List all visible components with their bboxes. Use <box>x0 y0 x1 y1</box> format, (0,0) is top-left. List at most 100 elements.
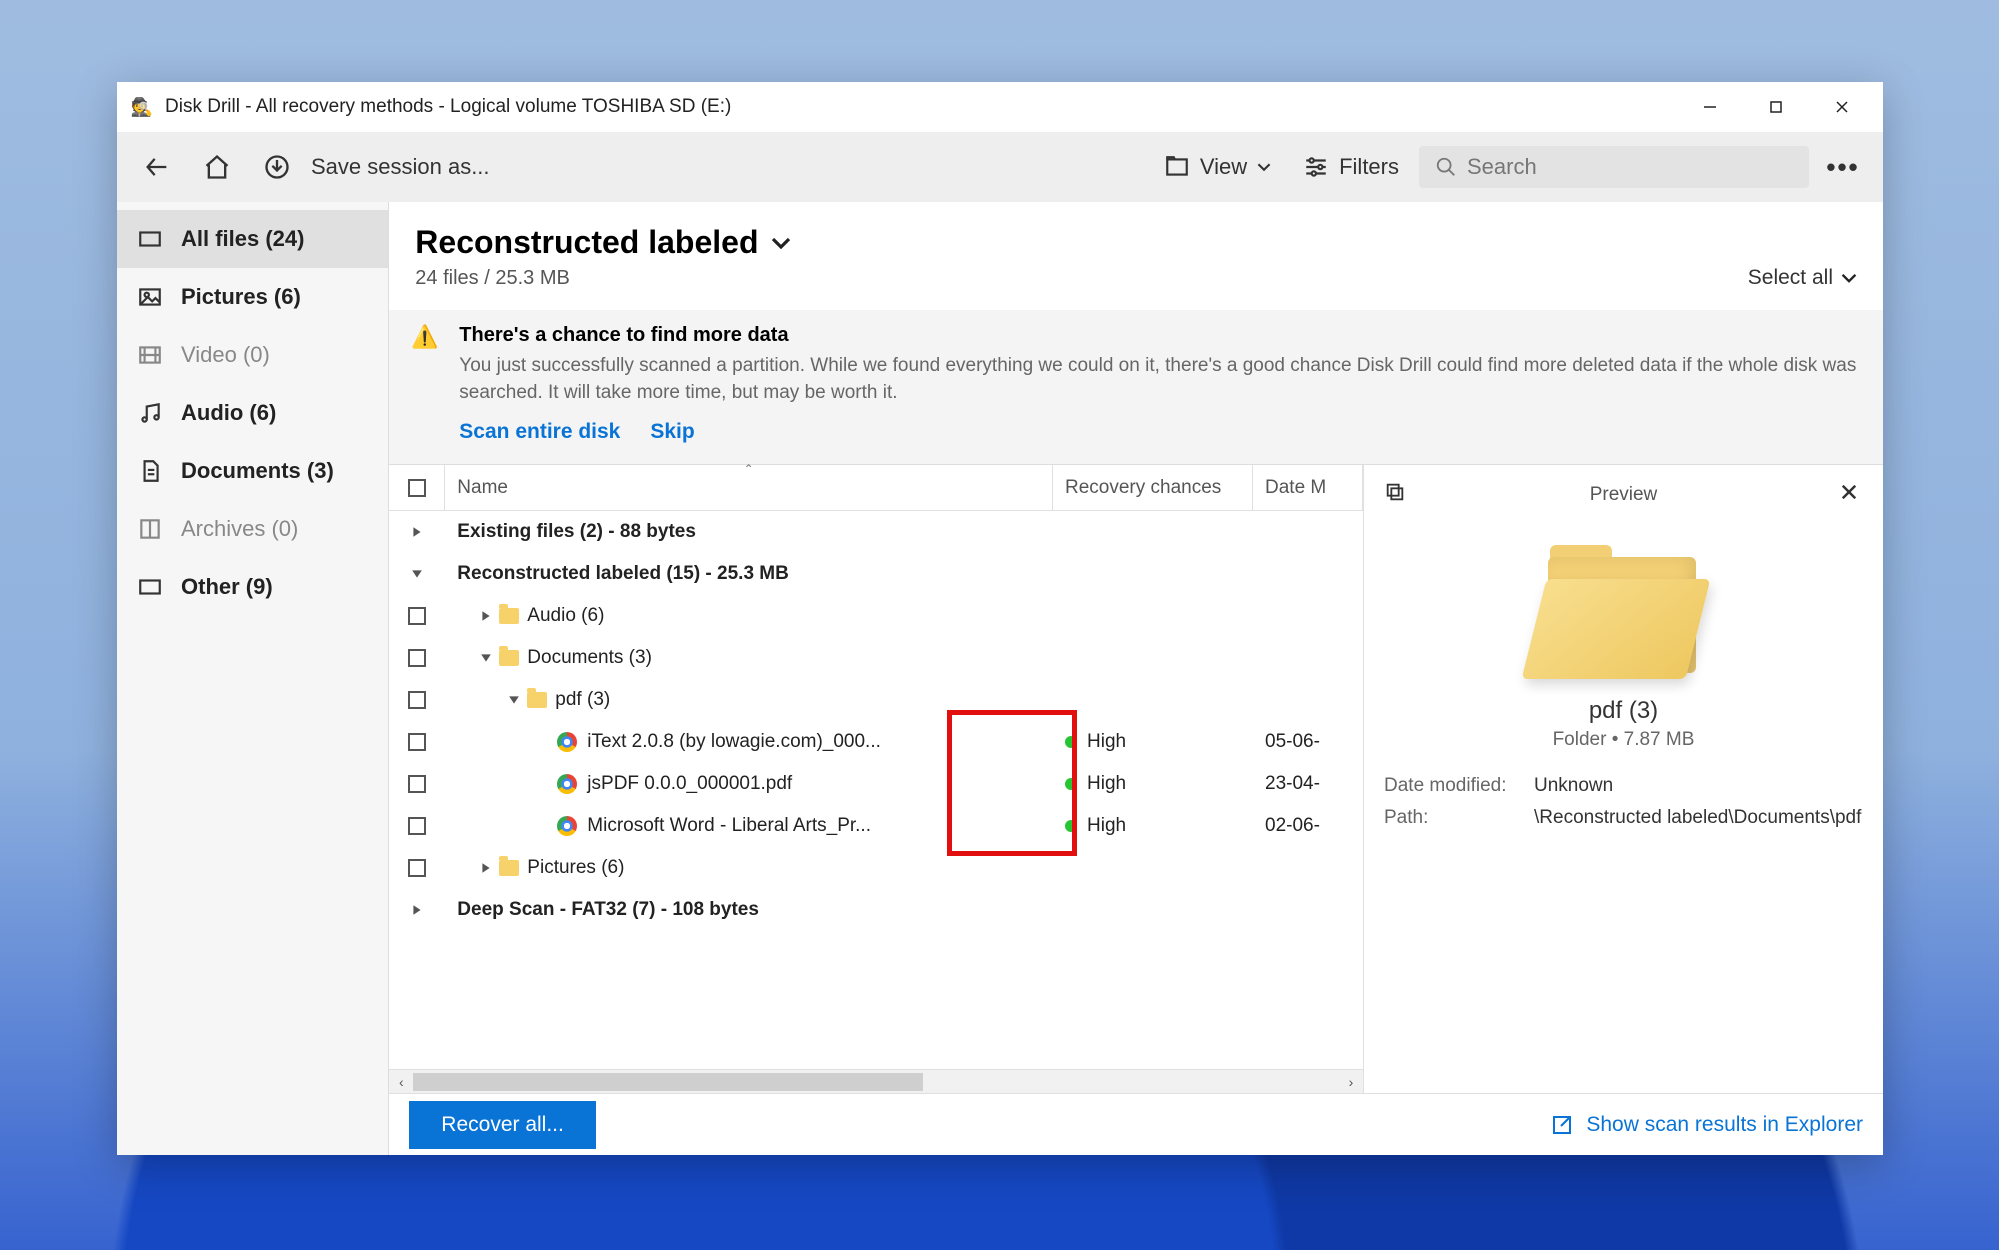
disclosure-right-icon[interactable] <box>473 862 499 874</box>
info-banner: ⚠️ There's a chance to find more data Yo… <box>389 310 1883 464</box>
file-row[interactable]: jsPDF 0.0.0_000001.pdf High 23-04- <box>389 763 1363 805</box>
scan-entire-disk-link[interactable]: Scan entire disk <box>459 420 620 444</box>
disclosure-down-icon[interactable] <box>473 652 499 664</box>
image-icon <box>137 284 163 310</box>
search-input[interactable]: Search <box>1419 146 1809 188</box>
select-all-button[interactable]: Select all <box>1748 266 1857 290</box>
scrollbar-thumb[interactable] <box>413 1073 923 1091</box>
chevron-down-icon <box>1841 270 1857 286</box>
maximize-button[interactable] <box>1743 86 1809 128</box>
sidebar-item-archives[interactable]: Archives (0) <box>117 500 388 558</box>
minimize-button[interactable] <box>1677 86 1743 128</box>
row-checkbox[interactable] <box>408 649 426 667</box>
column-name[interactable]: ⌃ Name <box>445 465 1053 510</box>
sidebar-item-video[interactable]: Video (0) <box>117 326 388 384</box>
main-heading[interactable]: Reconstructed labeled <box>415 224 790 261</box>
sidebar-item-label: Other (9) <box>181 574 273 600</box>
chevron-down-icon <box>1257 160 1271 174</box>
banner-text: You just successfully scanned a partitio… <box>459 353 1861 406</box>
disclosure-right-icon[interactable] <box>473 610 499 622</box>
window-title: Disk Drill - All recovery methods - Logi… <box>165 96 731 118</box>
row-checkbox[interactable] <box>408 691 426 709</box>
row-checkbox[interactable] <box>408 733 426 751</box>
folder-icon <box>499 860 519 876</box>
folder-label: Pictures (6) <box>527 857 624 879</box>
sidebar-item-other[interactable]: Other (9) <box>117 558 388 616</box>
select-all-checkbox[interactable] <box>389 465 445 510</box>
file-list: ⌃ Name Recovery chances Date M <box>389 464 1363 1093</box>
save-session-label[interactable]: Save session as... <box>311 154 490 180</box>
preview-meta: Folder • 7.87 MB <box>1384 729 1863 751</box>
folder-row-pdf[interactable]: pdf (3) <box>389 679 1363 721</box>
copy-icon[interactable] <box>1384 481 1408 509</box>
folder-row-pictures[interactable]: Pictures (6) <box>389 847 1363 889</box>
file-row[interactable]: iText 2.0.8 (by lowagie.com)_000... High… <box>389 721 1363 763</box>
sidebar-item-label: Pictures (6) <box>181 284 301 310</box>
show-in-explorer-label: Show scan results in Explorer <box>1586 1113 1863 1137</box>
filters-button[interactable]: Filters <box>1291 146 1411 188</box>
view-label: View <box>1200 154 1247 180</box>
row-checkbox[interactable] <box>408 859 426 877</box>
column-recovery[interactable]: Recovery chances <box>1053 465 1253 510</box>
rows: Existing files (2) - 88 bytes Reconstruc… <box>389 511 1363 1069</box>
warning-icon: ⚠️ <box>411 324 438 350</box>
footer-bar: Recover all... Show scan results in Expl… <box>389 1093 1883 1155</box>
disclosure-down-icon <box>404 568 430 580</box>
preview-properties: Date modified: Unknown Path: \Reconstruc… <box>1384 775 1863 829</box>
sidebar-item-label: Audio (6) <box>181 400 276 426</box>
close-button[interactable] <box>1809 86 1875 128</box>
status-dot-icon <box>1065 736 1077 748</box>
titlebar: 🕵️ Disk Drill - All recovery methods - L… <box>117 82 1883 132</box>
sidebar-item-documents[interactable]: Documents (3) <box>117 442 388 500</box>
close-preview-button[interactable] <box>1839 482 1863 508</box>
row-checkbox[interactable] <box>408 775 426 793</box>
column-date[interactable]: Date M <box>1253 465 1363 510</box>
folder-label: pdf (3) <box>555 689 610 711</box>
group-reconstructed[interactable]: Reconstructed labeled (15) - 25.3 MB <box>389 553 1363 595</box>
back-button[interactable] <box>131 141 183 193</box>
home-button[interactable] <box>191 141 243 193</box>
sidebar-item-label: Video (0) <box>181 342 270 368</box>
sort-indicator-icon: ⌃ <box>744 464 754 476</box>
horizontal-scrollbar[interactable]: ‹ › <box>389 1069 1363 1093</box>
view-dropdown[interactable]: View <box>1152 146 1283 188</box>
scroll-left-icon[interactable]: ‹ <box>391 1074 411 1090</box>
scroll-right-icon[interactable]: › <box>1341 1074 1361 1090</box>
folder-label: Audio (6) <box>527 605 604 627</box>
main-header: Reconstructed labeled 24 files / 25.3 MB… <box>389 202 1883 300</box>
column-label: Name <box>457 477 508 499</box>
group-deep-scan[interactable]: Deep Scan - FAT32 (7) - 108 bytes <box>389 889 1363 931</box>
row-checkbox[interactable] <box>408 607 426 625</box>
select-all-label: Select all <box>1748 266 1833 290</box>
disclosure-right-icon <box>404 526 430 538</box>
archive-icon <box>137 516 163 542</box>
sidebar-item-all-files[interactable]: All files (24) <box>117 210 388 268</box>
date-value: 02-06- <box>1265 815 1320 837</box>
sidebar-item-pictures[interactable]: Pictures (6) <box>117 268 388 326</box>
toolbar: Save session as... View Filters Search •… <box>117 132 1883 202</box>
sidebar-item-label: Archives (0) <box>181 516 298 542</box>
folder-preview-icon <box>1544 545 1704 675</box>
group-existing-files[interactable]: Existing files (2) - 88 bytes <box>389 511 1363 553</box>
recovery-value: High <box>1087 731 1126 753</box>
row-checkbox[interactable] <box>408 817 426 835</box>
sidebar-item-audio[interactable]: Audio (6) <box>117 384 388 442</box>
save-session-button[interactable] <box>251 141 303 193</box>
rectangle-icon <box>137 226 163 252</box>
filters-label: Filters <box>1339 154 1399 180</box>
disclosure-down-icon[interactable] <box>501 694 527 706</box>
column-label: Recovery chances <box>1065 477 1221 499</box>
skip-link[interactable]: Skip <box>650 420 694 444</box>
recover-all-button[interactable]: Recover all... <box>409 1101 596 1149</box>
folder-row-documents[interactable]: Documents (3) <box>389 637 1363 679</box>
group-label: Existing files (2) - 88 bytes <box>457 521 696 543</box>
file-name: Microsoft Word - Liberal Arts_Pr... <box>587 815 871 837</box>
folder-row-audio[interactable]: Audio (6) <box>389 595 1363 637</box>
main-subheading: 24 files / 25.3 MB <box>415 267 790 290</box>
show-in-explorer-link[interactable]: Show scan results in Explorer <box>1550 1113 1863 1137</box>
more-button[interactable]: ••• <box>1817 152 1869 183</box>
sidebar-item-label: Documents (3) <box>181 458 334 484</box>
main-area: Reconstructed labeled 24 files / 25.3 MB… <box>389 202 1883 1155</box>
columns-header: ⌃ Name Recovery chances Date M <box>389 465 1363 511</box>
file-row[interactable]: Microsoft Word - Liberal Arts_Pr... High… <box>389 805 1363 847</box>
